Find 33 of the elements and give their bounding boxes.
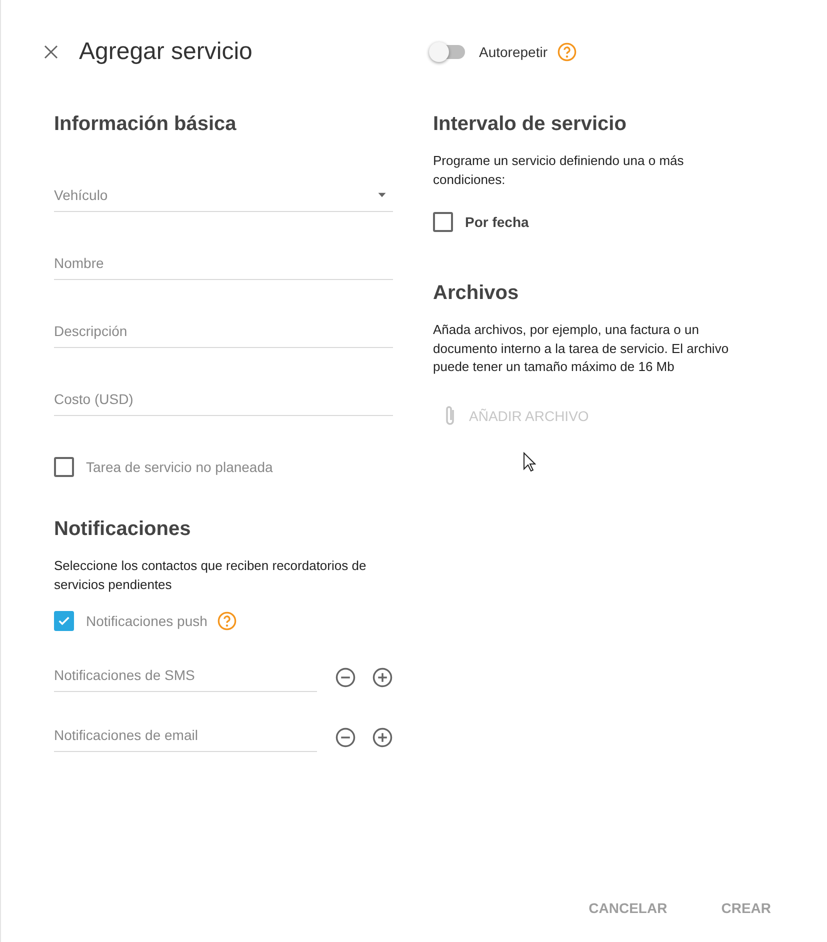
minus-circle-icon[interactable]	[335, 667, 356, 688]
action-button[interactable]: CANCELAR	[588, 896, 668, 920]
input-field[interactable]: Costo (USD)	[54, 391, 393, 416]
dropdown-field[interactable]: Vehículo	[54, 187, 393, 212]
section-heading: Intervalo de servicio	[433, 112, 628, 137]
plus-circle-icon[interactable]	[372, 667, 393, 688]
toggle-label: Autorepetir	[479, 44, 548, 60]
checkbox-label: Tarea de servicio no planeada	[86, 459, 273, 475]
checkbox[interactable]	[54, 457, 74, 477]
checkbox[interactable]	[433, 212, 453, 232]
paperclip-icon	[443, 404, 457, 428]
action-button[interactable]: CREAR	[721, 896, 771, 920]
dialog-title: Agregar servicio	[79, 38, 252, 66]
mouse-cursor-icon	[523, 452, 536, 472]
caret-icon[interactable]	[377, 190, 387, 200]
section-heading: Archivos	[433, 281, 520, 306]
input-field[interactable]: Descripción	[54, 323, 393, 348]
plus-circle-icon[interactable]	[372, 727, 393, 748]
input-field[interactable]: Notificaciones de email	[54, 727, 317, 752]
checkbox-label: Por fecha	[465, 214, 529, 230]
toggle-switch[interactable]	[431, 45, 465, 59]
section-description: Añada archivos, por ejemplo, una factura o un documento interno a la tarea de servicio. El archivo puede tener un tamaño máximo de 16 Mb	[433, 321, 730, 376]
section-description: Programe un servicio definiendo una o más condiciones:	[433, 152, 685, 188]
input-field[interactable]: Notificaciones de SMS	[54, 667, 317, 692]
minus-circle-icon[interactable]	[335, 727, 356, 748]
checkbox[interactable]	[54, 611, 74, 631]
checkbox-label: Notificaciones push	[86, 613, 208, 629]
close-icon[interactable]	[42, 43, 60, 61]
section-heading: Información básica	[54, 112, 238, 137]
section-description: Seleccione los contactos que reciben recordatorios de servicios pendientes	[54, 557, 368, 594]
check-icon	[57, 614, 71, 628]
input-field[interactable]: Nombre	[54, 255, 393, 280]
section-heading: Notificaciones	[54, 517, 192, 542]
